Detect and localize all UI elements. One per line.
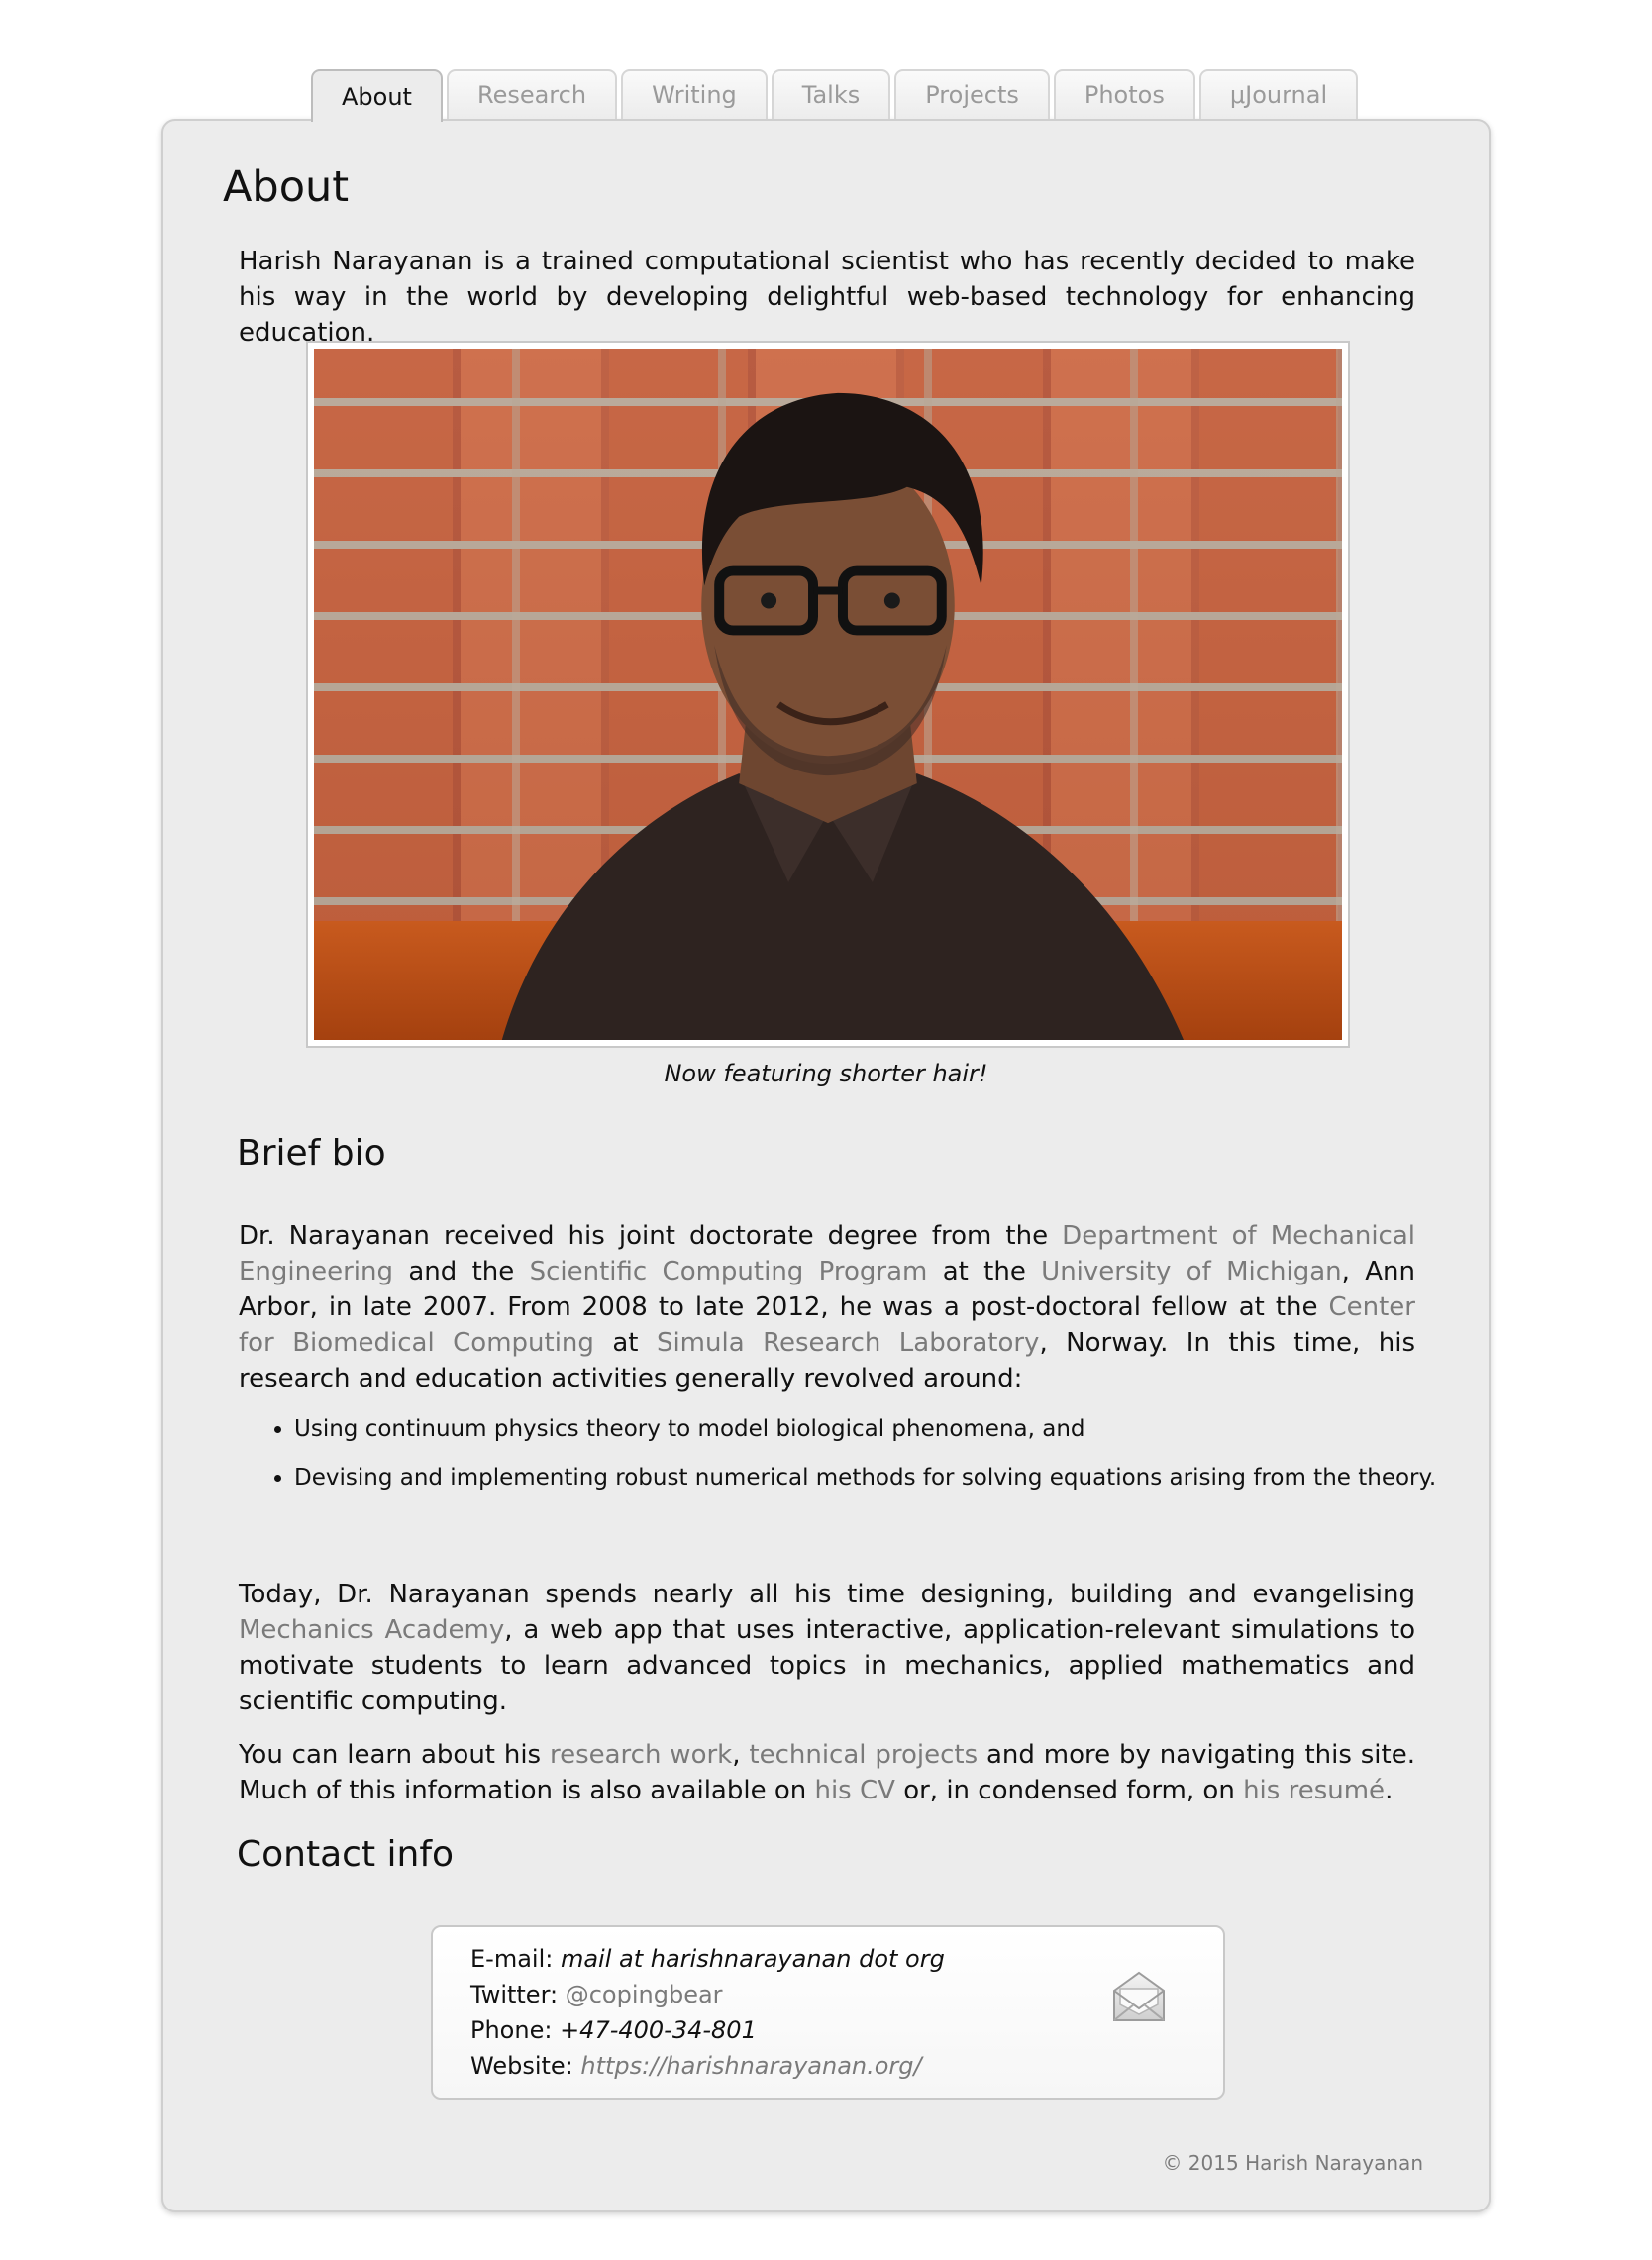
portrait-figure: [501, 392, 1185, 1040]
brief-bio-heading: Brief bio: [237, 1133, 386, 1174]
bio-paragraph-2: Today, Dr. Narayanan spends nearly all h…: [239, 1580, 1415, 1716]
link-cv[interactable]: his CV: [814, 1776, 894, 1805]
intro-paragraph: Harish Narayanan is a trained computatio…: [239, 247, 1415, 348]
list-item: Using continuum physics theory to model …: [294, 1414, 1443, 1444]
tab-projects[interactable]: Projects: [894, 69, 1050, 119]
twitter-row: Twitter: @copingbear: [470, 1981, 723, 2008]
copyright-footer: © 2015 Harish Narayanan: [1162, 2151, 1423, 2175]
tab-about[interactable]: About: [311, 69, 443, 122]
tab-photos[interactable]: Photos: [1053, 69, 1195, 119]
tab-writing[interactable]: Writing: [621, 69, 768, 119]
link-simula[interactable]: Simula Research Laboratory: [657, 1328, 1040, 1358]
tab-research[interactable]: Research: [446, 69, 618, 119]
list-item: Devising and implementing robust numeric…: [294, 1463, 1443, 1492]
phone-value: +47-400-34-801: [560, 2016, 757, 2044]
link-research-work[interactable]: research work: [550, 1740, 732, 1770]
email-row: E-mail: mail at harishnarayanan dot org: [470, 1945, 945, 1973]
envelope-icon[interactable]: [1110, 1967, 1168, 2026]
photo-caption: Now featuring shorter hair!: [664, 1060, 988, 1087]
bio-list: Using continuum physics theory to model …: [258, 1414, 1443, 1511]
link-sci-computing[interactable]: Scientific Computing Program: [530, 1257, 928, 1286]
twitter-link[interactable]: @copingbear: [566, 1981, 723, 2008]
tab-bar: About Research Writing Talks Projects Ph…: [311, 69, 1359, 122]
link-umich[interactable]: University of Michigan: [1041, 1257, 1341, 1286]
website-link[interactable]: https://harishnarayanan.org/: [580, 2052, 921, 2080]
profile-photo: [314, 349, 1342, 1040]
content-panel: About Harish Narayanan is a trained comp…: [161, 119, 1491, 2212]
bio-paragraph-3: You can learn about his research work, t…: [239, 1740, 1415, 1805]
email-value: mail at harishnarayanan dot org: [560, 1945, 945, 1973]
link-resume[interactable]: his resumé: [1243, 1776, 1385, 1805]
tab-microjournal[interactable]: μJournal: [1198, 69, 1359, 119]
bio-paragraph-1: Dr. Narayanan received his joint doctora…: [239, 1221, 1416, 1393]
link-mechanics-academy[interactable]: Mechanics Academy: [239, 1615, 504, 1645]
tab-talks[interactable]: Talks: [771, 69, 891, 119]
page-title: About: [223, 162, 350, 212]
phone-row: Phone: +47-400-34-801: [470, 2016, 757, 2044]
profile-photo-frame: [306, 341, 1350, 1048]
contact-card: E-mail: mail at harishnarayanan dot org …: [431, 1925, 1225, 2100]
contact-info-heading: Contact info: [237, 1834, 455, 1875]
website-row: Website: https://harishnarayanan.org/: [470, 2052, 922, 2080]
link-technical-projects[interactable]: technical projects: [749, 1740, 978, 1770]
